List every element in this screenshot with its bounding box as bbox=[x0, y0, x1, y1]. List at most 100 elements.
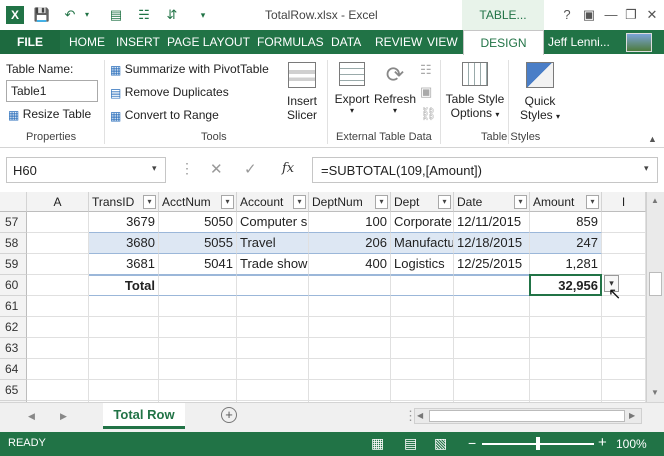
minimize-icon[interactable]: — bbox=[600, 4, 622, 26]
undo-icon[interactable]: ↶ bbox=[60, 5, 80, 25]
unlink-icon[interactable]: ⛓ bbox=[420, 106, 437, 122]
table-cell[interactable] bbox=[309, 380, 391, 401]
table-cell[interactable] bbox=[89, 296, 159, 317]
filter-dropdown-icon[interactable]: ▾ bbox=[221, 195, 234, 209]
table-cell[interactable]: 5050 bbox=[159, 212, 237, 233]
table-cell[interactable]: 3680 bbox=[89, 233, 159, 254]
remove-duplicates-button[interactable]: ▤ Remove Duplicates bbox=[110, 85, 229, 100]
table-cell[interactable] bbox=[159, 317, 237, 338]
tab-formulas[interactable]: FORMULAS bbox=[257, 30, 324, 54]
sort-icon[interactable]: ⇵ bbox=[162, 5, 182, 25]
spreadsheet-grid[interactable]: A TransID ▾ AcctNum ▾ Account ▾ DeptNum ▾ Dept ▾ Da… bbox=[0, 192, 664, 402]
table-cell[interactable] bbox=[530, 317, 602, 338]
table-cell[interactable] bbox=[454, 317, 530, 338]
table-cell[interactable] bbox=[89, 317, 159, 338]
cell-i[interactable] bbox=[602, 317, 646, 338]
filter-dropdown-icon[interactable]: ▾ bbox=[438, 195, 451, 209]
row-header[interactable]: 61 bbox=[0, 296, 27, 317]
table-cell[interactable] bbox=[309, 359, 391, 380]
table-cell[interactable] bbox=[89, 359, 159, 380]
expand-formula-icon[interactable]: ▾ bbox=[644, 163, 649, 174]
table-cell[interactable] bbox=[454, 380, 530, 401]
cell-a[interactable] bbox=[27, 275, 89, 296]
table-cell[interactable]: 3679 bbox=[89, 212, 159, 233]
cell-a[interactable] bbox=[27, 380, 89, 401]
table-cell[interactable] bbox=[391, 296, 454, 317]
row-header[interactable]: 65 bbox=[0, 380, 27, 401]
table-cell[interactable] bbox=[309, 338, 391, 359]
table-cell[interactable]: 3681 bbox=[89, 254, 159, 275]
zoom-in-icon[interactable]: + bbox=[598, 434, 607, 451]
tab-page-layout[interactable]: PAGE LAYOUT bbox=[167, 30, 250, 54]
help-icon[interactable]: ? bbox=[556, 4, 578, 26]
table-cell[interactable] bbox=[530, 380, 602, 401]
tab-data[interactable]: DATA bbox=[331, 30, 361, 54]
table-cell[interactable] bbox=[391, 317, 454, 338]
vertical-scrollbar-thumb[interactable] bbox=[649, 272, 662, 296]
properties-icon[interactable]: ☷ bbox=[420, 62, 432, 78]
table-cell[interactable] bbox=[159, 338, 237, 359]
column-header-amount[interactable]: Amount ▾ bbox=[530, 192, 602, 212]
scrollbar-thumb[interactable] bbox=[429, 410, 625, 422]
table-cell[interactable] bbox=[237, 338, 309, 359]
column-header-transid[interactable]: TransID ▾ bbox=[89, 192, 159, 212]
table-cell[interactable] bbox=[159, 380, 237, 401]
cell-a[interactable] bbox=[27, 338, 89, 359]
column-header-deptnum[interactable]: DeptNum ▾ bbox=[309, 192, 391, 212]
page-layout-view-icon[interactable]: ▤ bbox=[404, 435, 417, 452]
enter-formula-icon[interactable]: ✓ bbox=[244, 160, 257, 178]
next-sheet-icon[interactable]: ▶ bbox=[60, 411, 67, 422]
table-cell[interactable] bbox=[89, 338, 159, 359]
tab-home[interactable]: HOME bbox=[69, 30, 105, 54]
table-cell[interactable]: 12/25/2015 bbox=[454, 254, 530, 275]
table-cell[interactable]: 1,281 bbox=[530, 254, 602, 275]
table-cell[interactable] bbox=[237, 296, 309, 317]
table-cell[interactable]: 32,956 bbox=[530, 275, 602, 296]
table-cell[interactable]: 247 bbox=[530, 233, 602, 254]
table-cell[interactable] bbox=[454, 338, 530, 359]
table-style-options-button[interactable]: Table Style Options ▾ bbox=[444, 60, 506, 128]
filter-dropdown-icon[interactable]: ▾ bbox=[143, 195, 156, 209]
formula-input[interactable]: =SUBTOTAL(109,[Amount]) bbox=[312, 157, 658, 183]
undo-dropdown-icon[interactable]: ▾ bbox=[82, 5, 92, 25]
table-cell[interactable] bbox=[309, 296, 391, 317]
table-cell[interactable] bbox=[159, 359, 237, 380]
table-cell[interactable] bbox=[454, 275, 530, 296]
insert-function-icon[interactable]: fx bbox=[282, 161, 294, 176]
table-cell[interactable] bbox=[159, 275, 237, 296]
row-header[interactable]: 62 bbox=[0, 317, 27, 338]
tab-design[interactable]: DESIGN bbox=[463, 30, 544, 56]
resize-table-button[interactable]: ▦ Resize Table bbox=[8, 107, 91, 122]
summarize-pivot-button[interactable]: ▦ Summarize with PivotTable bbox=[110, 62, 269, 77]
cell-i[interactable] bbox=[602, 254, 646, 275]
table-cell[interactable] bbox=[391, 380, 454, 401]
scroll-down-icon[interactable]: ▼ bbox=[651, 388, 659, 397]
table-cell[interactable]: 100 bbox=[309, 212, 391, 233]
refresh-button[interactable]: ⟳ Refresh ▾ bbox=[374, 60, 416, 128]
row-header[interactable]: 60 bbox=[0, 275, 27, 296]
table-cell[interactable]: 5041 bbox=[159, 254, 237, 275]
prev-sheet-icon[interactable]: ◀ bbox=[28, 411, 35, 422]
collapse-ribbon-icon[interactable]: ▲ bbox=[648, 134, 657, 144]
cell-a[interactable] bbox=[27, 296, 89, 317]
table-cell[interactable] bbox=[530, 296, 602, 317]
cell-a[interactable] bbox=[27, 254, 89, 275]
filter-dropdown-icon[interactable]: ▾ bbox=[514, 195, 527, 209]
table-cell[interactable]: Computer s bbox=[237, 212, 309, 233]
table-name-input[interactable]: Table1 bbox=[6, 80, 98, 102]
column-header-date[interactable]: Date ▾ bbox=[454, 192, 530, 212]
avatar[interactable] bbox=[626, 33, 652, 52]
tab-file[interactable]: FILE bbox=[0, 30, 60, 54]
table-cell[interactable] bbox=[309, 275, 391, 296]
column-header-dept[interactable]: Dept ▾ bbox=[391, 192, 454, 212]
scroll-right-icon[interactable]: ▶ bbox=[629, 411, 635, 420]
table-cell[interactable]: Travel bbox=[237, 233, 309, 254]
quick-styles-button[interactable]: Quick Styles ▾ bbox=[514, 60, 566, 128]
table-cell[interactable]: 206 bbox=[309, 233, 391, 254]
table-cell[interactable]: Trade show bbox=[237, 254, 309, 275]
table-cell[interactable] bbox=[159, 296, 237, 317]
open-browser-icon[interactable]: ▣ bbox=[420, 84, 432, 100]
cell-i[interactable] bbox=[602, 233, 646, 254]
filter-dropdown-icon[interactable]: ▾ bbox=[293, 195, 306, 209]
vertical-scrollbar[interactable]: ▲ ▼ bbox=[646, 192, 664, 402]
